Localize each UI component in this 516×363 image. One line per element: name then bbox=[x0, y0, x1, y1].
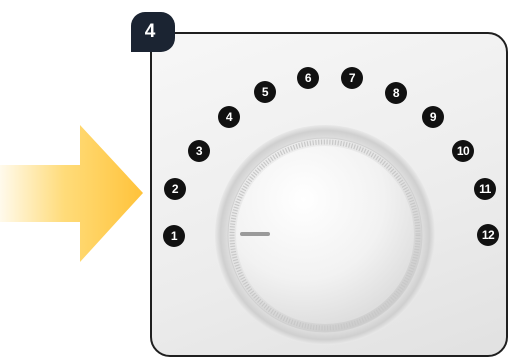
scale-number-7[interactable]: 7 bbox=[341, 67, 363, 89]
scale-number-12[interactable]: 12 bbox=[477, 224, 499, 246]
rotary-dial-knob[interactable] bbox=[214, 124, 436, 346]
step-badge-label: 4 bbox=[144, 21, 156, 42]
scale-number-6[interactable]: 6 bbox=[297, 67, 319, 89]
scale-number-3[interactable]: 3 bbox=[188, 140, 210, 162]
step-badge: 4 bbox=[131, 12, 175, 52]
scale-number-1[interactable]: 1 bbox=[163, 225, 185, 247]
scale-number-2[interactable]: 2 bbox=[164, 178, 186, 200]
scale-number-11[interactable]: 11 bbox=[474, 178, 496, 200]
scale-number-5[interactable]: 5 bbox=[254, 81, 276, 103]
knob-marker bbox=[240, 232, 270, 236]
scale-number-10[interactable]: 10 bbox=[452, 140, 474, 162]
scale-number-8[interactable]: 8 bbox=[385, 82, 407, 104]
